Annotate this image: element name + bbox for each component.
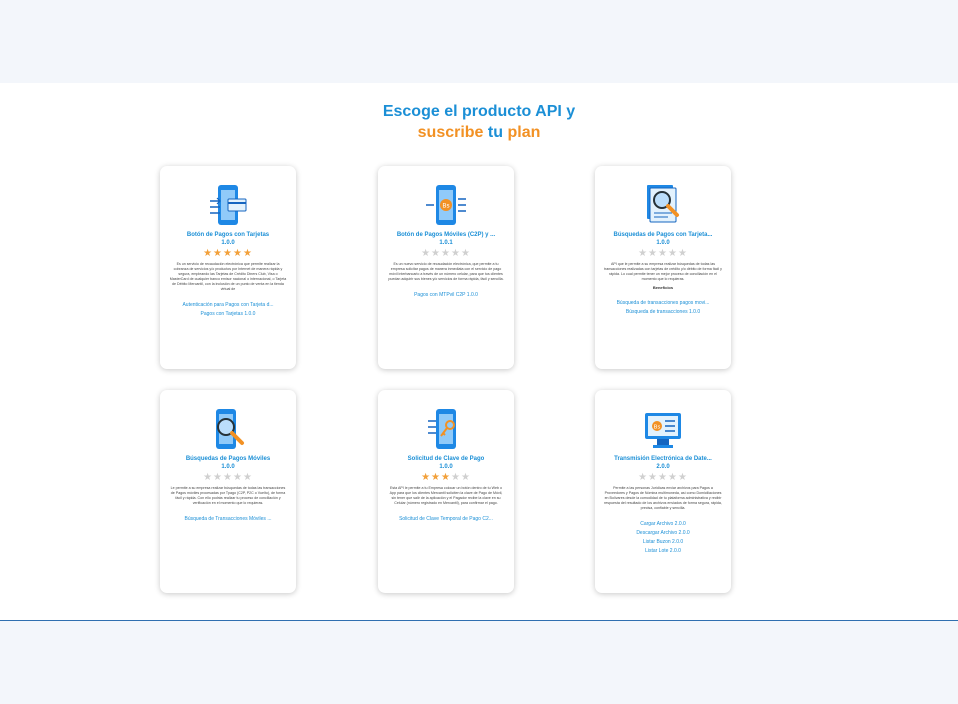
api-links: Búsqueda de Transacciones Móviles ...	[165, 515, 291, 524]
api-link[interactable]: Pagos con MTPvil C2P 1.0.0	[383, 291, 509, 300]
product-version: 1.0.0	[439, 464, 453, 470]
star-icon[interactable]: ★	[678, 472, 688, 483]
product-card[interactable]: Búsquedas de Pagos Móviles 1.0.0 ★★★★★ Le p…	[160, 390, 296, 593]
star-icon[interactable]: ★	[203, 248, 213, 259]
star-icon[interactable]: ★	[461, 248, 471, 259]
product-description: Es un servicio de recaudación electrónic…	[169, 262, 287, 291]
api-link[interactable]: Búsqueda de transacciones pagos movi...	[600, 299, 726, 308]
product-version: 1.0.0	[221, 240, 235, 246]
star-icon[interactable]: ★	[678, 248, 688, 259]
phone-mobile-payment-icon: Bs	[426, 185, 466, 225]
product-card[interactable]: Botón de Pagos con Tarjetas 1.0.0 ★★★★★ Es …	[160, 166, 296, 369]
star-icon[interactable]: ★	[243, 472, 253, 483]
product-version: 1.0.0	[221, 464, 235, 470]
star-icon[interactable]: ★	[638, 248, 648, 259]
star-icon[interactable]: ★	[203, 472, 213, 483]
api-link[interactable]: Búsqueda de transacciones 1.0.0	[600, 308, 726, 317]
product-card[interactable]: Solicitud de Clave de Pago 1.0.0 ★★★★★ Esta…	[378, 390, 514, 593]
page-title-tu: tu	[487, 124, 504, 141]
product-description: Le permite a su empresa realizar búsqued…	[170, 486, 286, 505]
product-description: Es un nuevo servicio de recaudación elec…	[388, 262, 504, 281]
api-links: Búsqueda de transacciones pagos movi... B…	[600, 299, 726, 317]
product-version: 2.0.0	[656, 464, 670, 470]
star-icon[interactable]: ★	[213, 472, 223, 483]
api-link[interactable]: Listar Buzon 2.0.0	[600, 538, 726, 547]
star-icon[interactable]: ★	[233, 248, 243, 259]
star-rating[interactable]: ★★★★★	[383, 248, 509, 260]
product-title[interactable]: Búsquedas de Pagos con Tarjeta...	[600, 231, 726, 239]
star-icon[interactable]: ★	[638, 472, 648, 483]
page-title-line1: Escoge el producto API y	[382, 103, 576, 120]
monitor-transfer-icon: Bs	[645, 413, 681, 448]
api-link[interactable]: Cargar Archivo 2.0.0	[600, 520, 726, 529]
api-links: Solicitud de Clave Temporal de Pago C2..…	[383, 515, 509, 524]
product-title[interactable]: Botón de Pagos Móviles (C2P) y ...	[383, 231, 509, 239]
star-icon[interactable]: ★	[421, 472, 431, 483]
star-icon[interactable]: ★	[431, 248, 441, 259]
bottom-band	[0, 621, 958, 704]
star-icon[interactable]: ★	[223, 248, 233, 259]
product-version: 1.0.0	[656, 240, 670, 246]
api-link[interactable]: Solicitud de Clave Temporal de Pago C2..…	[383, 515, 509, 524]
api-links: Autenticación para Pagos con Tarjeta d..…	[165, 301, 291, 319]
star-icon[interactable]: ★	[648, 472, 658, 483]
star-icon[interactable]: ★	[243, 248, 253, 259]
page-title-suscribe: suscribe	[417, 124, 484, 141]
product-title[interactable]: Solicitud de Clave de Pago	[383, 455, 509, 463]
benefits-label: Beneficios	[652, 285, 674, 290]
star-icon[interactable]: ★	[233, 472, 243, 483]
product-title[interactable]: Botón de Pagos con Tarjetas	[165, 231, 291, 239]
product-card[interactable]: Búsquedas de Pagos con Tarjeta... 1.0.0 ★★…	[595, 166, 731, 369]
phone-search-icon	[216, 409, 244, 449]
star-icon[interactable]: ★	[421, 248, 431, 259]
star-rating[interactable]: ★★★★★	[165, 248, 291, 260]
star-icon[interactable]: ★	[451, 248, 461, 259]
star-icon[interactable]: ★	[223, 472, 233, 483]
product-description: Permite a las personas Jurídicas enviar …	[604, 486, 722, 510]
product-card[interactable]: Bs Transmisión Electrónica de Date... 2.0.…	[595, 390, 731, 593]
phone-card-icon	[210, 185, 247, 225]
star-rating[interactable]: ★★★★★	[600, 248, 726, 260]
star-icon[interactable]: ★	[441, 472, 451, 483]
product-title[interactable]: Búsquedas de Pagos Móviles	[165, 455, 291, 463]
product-version: 1.0.1	[439, 240, 453, 246]
star-icon[interactable]: ★	[668, 248, 678, 259]
star-icon[interactable]: ★	[213, 248, 223, 259]
star-rating[interactable]: ★★★★★	[600, 472, 726, 484]
star-rating[interactable]: ★★★★★	[165, 472, 291, 484]
api-links: Pagos con MTPvil C2P 1.0.0	[383, 291, 509, 300]
product-description: Esta API le permite a tu Empresa colocar…	[389, 486, 503, 505]
page-title-plan: plan	[507, 124, 541, 141]
product-card[interactable]: Bs Botón de Pagos Móviles (C2P) y ... 1.0.…	[378, 166, 514, 369]
product-description: API que le permite a su empresa realizar…	[604, 262, 722, 281]
star-icon[interactable]: ★	[451, 472, 461, 483]
star-icon[interactable]: ★	[461, 472, 471, 483]
star-icon[interactable]: ★	[431, 472, 441, 483]
top-band	[0, 0, 958, 83]
api-links: Cargar Archivo 2.0.0 Descargar Archivo 2.…	[600, 520, 726, 556]
star-icon[interactable]: ★	[648, 248, 658, 259]
svg-text:Bs: Bs	[442, 203, 449, 210]
document-search-icon	[647, 185, 679, 223]
phone-key-icon	[428, 409, 456, 449]
api-link[interactable]: Búsqueda de Transacciones Móviles ...	[165, 515, 291, 524]
star-icon[interactable]: ★	[658, 248, 668, 259]
product-title[interactable]: Transmisión Electrónica de Date...	[600, 455, 726, 463]
svg-text:Bs: Bs	[654, 425, 661, 431]
star-rating[interactable]: ★★★★★	[383, 472, 509, 484]
api-link[interactable]: Listar Lote 2.0.0	[600, 547, 726, 556]
star-icon[interactable]: ★	[441, 248, 451, 259]
api-link[interactable]: Pagos con Tarjetas 1.0.0	[165, 310, 291, 319]
star-icon[interactable]: ★	[668, 472, 678, 483]
star-icon[interactable]: ★	[658, 472, 668, 483]
page-title: Escoge el producto API y suscribe tu pla…	[0, 101, 958, 143]
api-link[interactable]: Descargar Archivo 2.0.0	[600, 529, 726, 538]
api-link[interactable]: Autenticación para Pagos con Tarjeta d..…	[165, 301, 291, 310]
